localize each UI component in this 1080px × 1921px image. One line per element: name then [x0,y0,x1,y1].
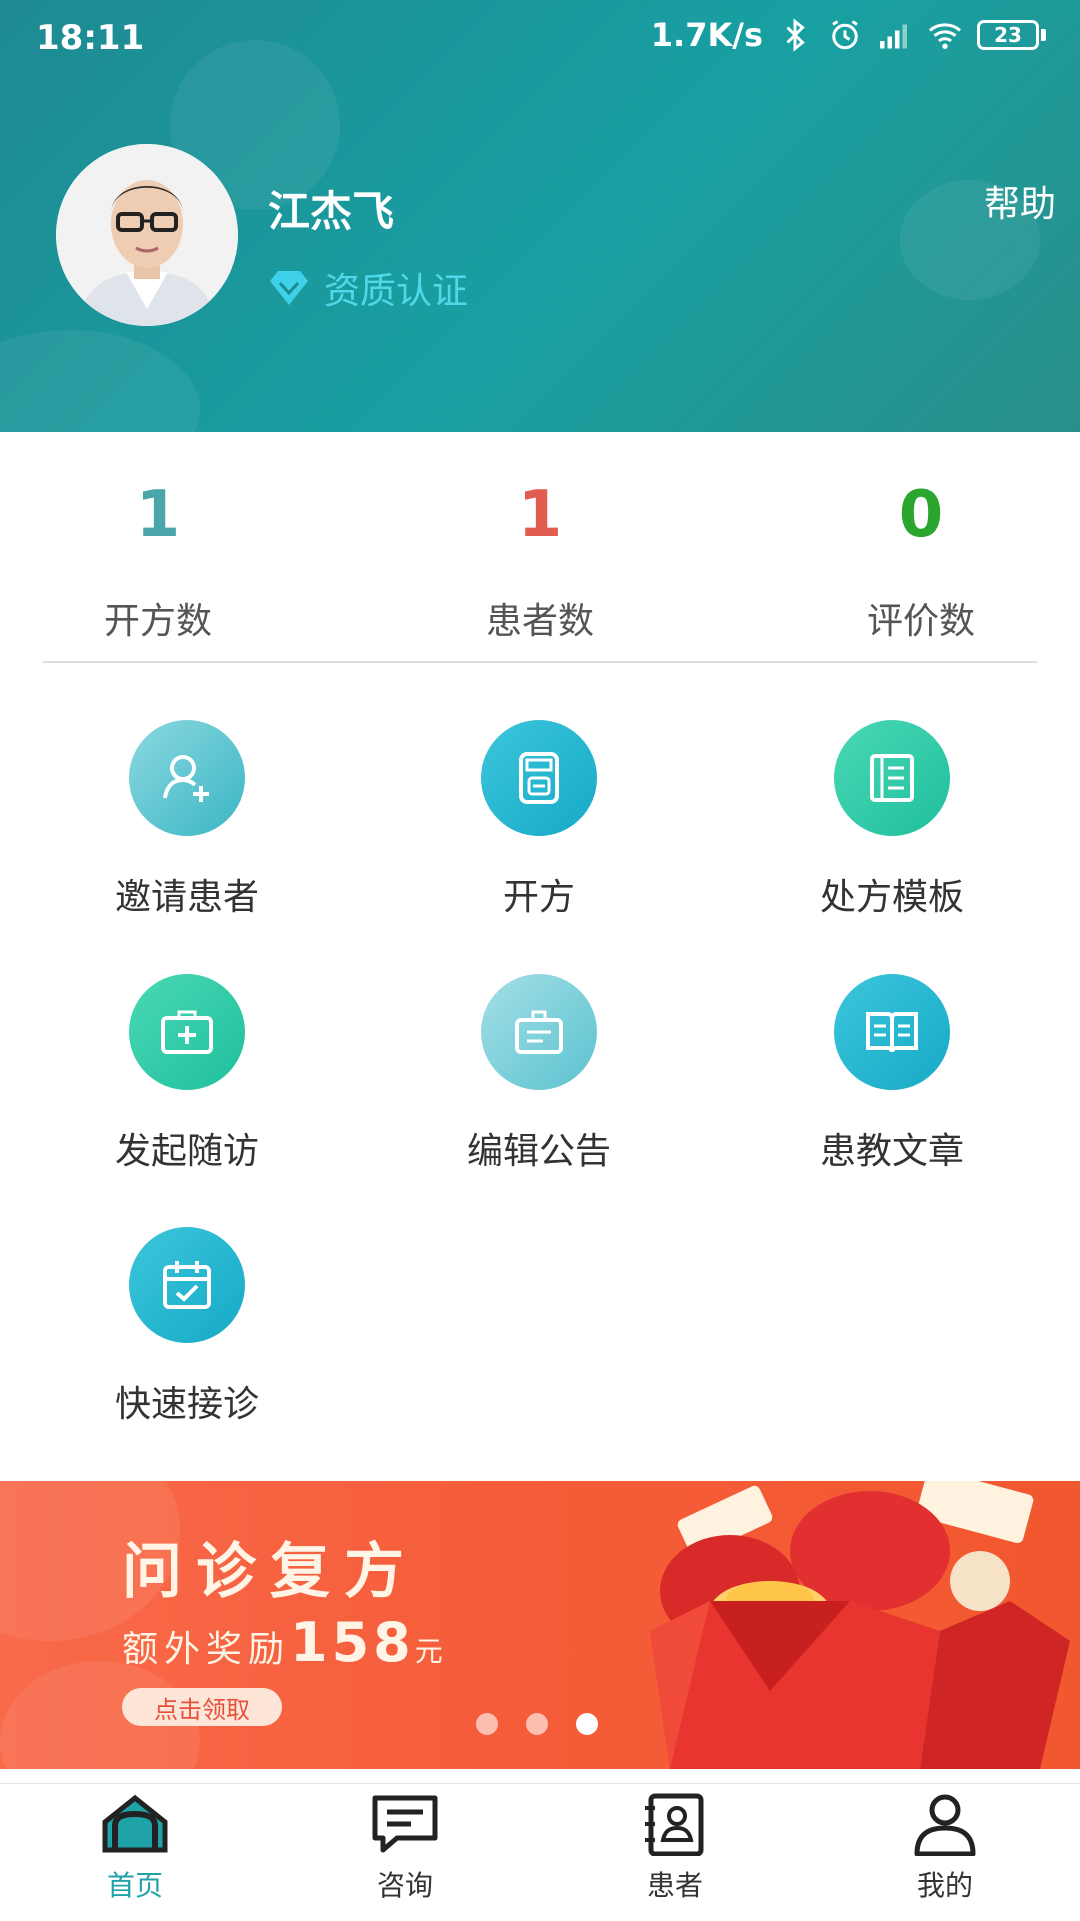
calendar-check-icon [129,1227,245,1343]
banner-reward-text: 额外奖励 [122,1629,291,1670]
medical-kit-icon [129,974,245,1090]
alarm-icon [832,20,858,50]
red-envelope-gift-icon [650,1481,1070,1769]
menu-prescription-template[interactable]: 处方模板 [752,720,1032,920]
chat-icon [372,1795,438,1853]
stat-value: 1 [135,478,181,552]
carousel-indicator[interactable] [476,1713,598,1735]
doctor-name: 江杰飞 [268,187,395,236]
bluetooth-icon [786,18,805,52]
status-bar: 18:11 1.7K/s 23 [0,0,1080,78]
carousel-dot-active[interactable] [576,1713,598,1735]
tab-patients[interactable]: 患者 [575,1792,775,1904]
bottom-tab-bar: 首页 咨询 患者 我的 [0,1783,1080,1921]
profile-header: 18:11 1.7K/s 23 江杰飞 资质认证 帮助 [0,0,1080,432]
notice-board-icon [481,974,597,1090]
document-icon [834,720,950,836]
menu-label: 邀请患者 [114,877,259,918]
add-user-icon [129,720,245,836]
menu-invite-patient[interactable]: 邀请患者 [47,720,327,920]
certification-link[interactable]: 资质认证 [268,262,468,314]
battery-icon: 23 [977,20,1046,50]
battery-level: 23 [977,20,1039,50]
contacts-icon [645,1793,704,1857]
tab-label: 咨询 [376,1869,433,1902]
banner-amount: 158 [290,1611,415,1674]
banner-title: 问诊复方 [122,1537,418,1607]
doctor-photo [56,144,238,326]
tab-label: 我的 [916,1869,973,1902]
claim-button[interactable]: 点击领取 [122,1688,282,1726]
menu-label: 发起随访 [114,1131,259,1172]
stat-value: 1 [517,478,563,552]
stat-label: 评价数 [866,601,975,642]
menu-quick-consult[interactable]: 快速接诊 [47,1227,327,1427]
status-icons: 1.7K/s 23 [651,16,1046,54]
menu-prescribe[interactable]: 开方 [399,720,679,920]
divider [43,661,1037,663]
menu-label: 处方模板 [819,877,964,918]
stat-patients[interactable]: 1 患者数 [390,470,690,644]
menu-label: 快速接诊 [114,1384,259,1425]
stat-label: 开方数 [103,601,212,642]
prescription-icon [481,720,597,836]
stat-label: 患者数 [485,601,594,642]
tab-label: 患者 [646,1869,703,1902]
status-time: 18:11 [36,18,145,58]
menu-follow-up[interactable]: 发起随访 [47,974,327,1174]
tab-mine[interactable]: 我的 [845,1792,1045,1904]
carousel-dot[interactable] [526,1713,548,1735]
menu-patient-education[interactable]: 患教文章 [752,974,1032,1174]
certification-label: 资质认证 [324,271,469,312]
tab-home[interactable]: 首页 [35,1792,235,1904]
net-speed: 1.7K/s [650,16,763,54]
decor-circle [0,330,200,432]
person-icon [914,1794,976,1857]
banner-unit: 元 [414,1635,449,1668]
menu-label: 患教文章 [819,1131,964,1172]
help-link[interactable]: 帮助 [984,175,1056,227]
stat-reviews[interactable]: 0 评价数 [771,470,1071,644]
banner-subtitle: 额外奖励158元 [122,1611,449,1674]
stat-value: 0 [898,478,944,552]
menu-label: 编辑公告 [466,1131,611,1172]
menu-label: 开方 [502,877,575,918]
book-icon [834,974,950,1090]
avatar[interactable] [56,144,238,326]
promo-banner[interactable]: 问诊复方 额外奖励158元 点击领取 [0,1481,1080,1769]
stats-section: 1 开方数 1 患者数 0 评价数 [0,432,1080,662]
signal-icon [880,24,907,49]
carousel-dot[interactable] [476,1713,498,1735]
menu-edit-notice[interactable]: 编辑公告 [399,974,679,1174]
tab-consult[interactable]: 咨询 [305,1792,505,1904]
wifi-icon [928,23,962,49]
tab-label: 首页 [106,1869,163,1902]
diamond-icon [270,271,308,305]
stat-prescriptions[interactable]: 1 开方数 [8,470,308,644]
home-icon [102,1794,168,1853]
